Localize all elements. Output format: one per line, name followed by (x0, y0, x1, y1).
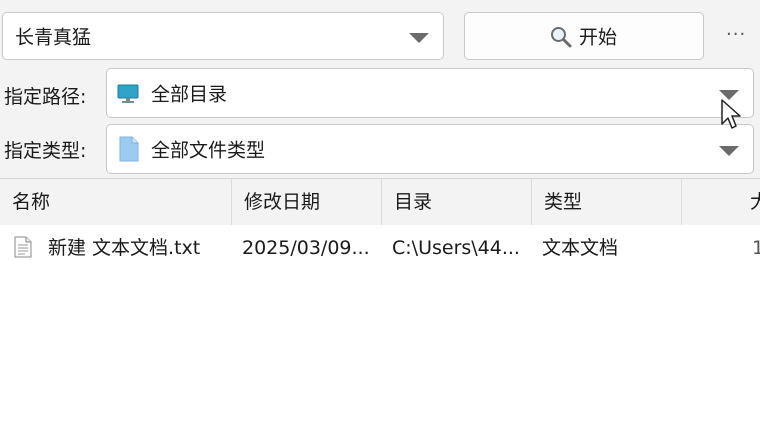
search-value: 长青真猛 (15, 26, 92, 49)
column-header-type[interactable]: 类型 (532, 179, 682, 225)
column-header-name[interactable]: 名称 (0, 179, 232, 225)
cell-name: 新建 文本文档.txt (48, 237, 201, 259)
text-file-icon (14, 236, 32, 263)
search-icon (549, 25, 573, 54)
mouse-cursor-icon (720, 98, 742, 137)
chevron-down-icon[interactable] (719, 146, 739, 156)
cell-size: 1 (740, 225, 760, 271)
chevron-down-icon[interactable] (409, 33, 429, 43)
path-filter-value: 全部目录 (151, 83, 228, 106)
search-combobox[interactable]: 长青真猛 (2, 12, 444, 60)
document-icon (119, 136, 139, 167)
type-filter-label: 指定类型: (4, 140, 87, 162)
monitor-icon (117, 83, 139, 110)
table-header: 名称 修改日期 目录 类型 大 (0, 179, 760, 225)
column-header-modified[interactable]: 修改日期 (232, 179, 382, 225)
cell-modified: 2025/03/09... (242, 237, 370, 259)
more-options-icon[interactable]: ··· (726, 24, 746, 45)
type-filter-value: 全部文件类型 (151, 139, 266, 162)
cell-directory: C:\Users\44... (392, 237, 520, 259)
start-button[interactable]: 开始 (464, 12, 704, 60)
start-button-label: 开始 (579, 26, 618, 49)
column-header-size[interactable]: 大 (682, 179, 760, 225)
column-header-directory[interactable]: 目录 (382, 179, 532, 225)
table-row[interactable]: 新建 文本文档.txt 2025/03/09... C:\Users\44...… (0, 225, 760, 271)
cell-type: 文本文档 (542, 237, 619, 259)
path-filter-combobox[interactable]: 全部目录 (106, 68, 754, 118)
path-filter-label: 指定路径: (4, 86, 87, 108)
results-table: 名称 修改日期 目录 类型 大 新建 文本文档.txt 2025/03/09..… (0, 178, 760, 447)
type-filter-combobox[interactable]: 全部文件类型 (106, 124, 754, 174)
